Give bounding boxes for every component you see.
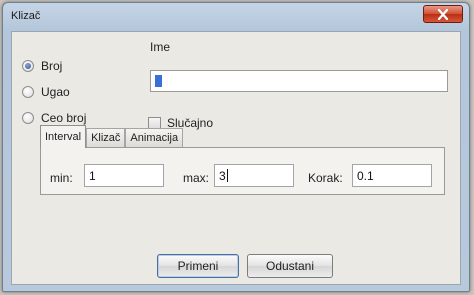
tab-slider[interactable]: Klizač [86, 128, 126, 147]
apply-button[interactable]: Primeni [157, 254, 239, 278]
title-bar[interactable]: Klizač [3, 3, 469, 29]
radio-label: Ugao [41, 85, 70, 99]
close-icon [437, 9, 449, 20]
max-label: max: [183, 171, 210, 185]
close-button[interactable] [423, 5, 463, 23]
radio-broj[interactable]: Broj [22, 58, 62, 74]
min-label: min: [50, 171, 73, 185]
max-input[interactable]: 3 [214, 164, 294, 187]
radio-label: Ceo broj [41, 111, 87, 125]
name-label: Ime [150, 40, 171, 54]
radio-ceo-broj[interactable]: Ceo broj [22, 110, 86, 126]
radio-label: Broj [41, 59, 63, 73]
step-input[interactable]: 0.1 [352, 164, 432, 187]
min-value: 1 [89, 169, 96, 183]
max-value: 3 [219, 169, 226, 183]
radio-ugao[interactable]: Ugao [22, 84, 70, 100]
name-input[interactable] [150, 70, 448, 92]
radio-button-checked[interactable] [22, 60, 34, 72]
text-caret [226, 169, 228, 182]
radio-button[interactable] [22, 86, 34, 98]
step-value: 0.1 [357, 169, 374, 183]
radio-button[interactable] [22, 112, 34, 124]
step-label: Korak: [308, 171, 343, 185]
tab-animation[interactable]: Animacija [125, 128, 184, 147]
tab-strip: Interval Klizač Animacija [40, 125, 184, 148]
window-title: Klizač [11, 10, 41, 22]
min-input[interactable]: 1 [84, 164, 164, 187]
text-selection [155, 75, 162, 87]
cancel-button[interactable]: Odustani [247, 254, 333, 278]
tab-interval[interactable]: Interval [40, 125, 87, 148]
slider-dialog: Klizač Broj Ugao Ceo broj Ime Slučajno I… [2, 2, 470, 292]
